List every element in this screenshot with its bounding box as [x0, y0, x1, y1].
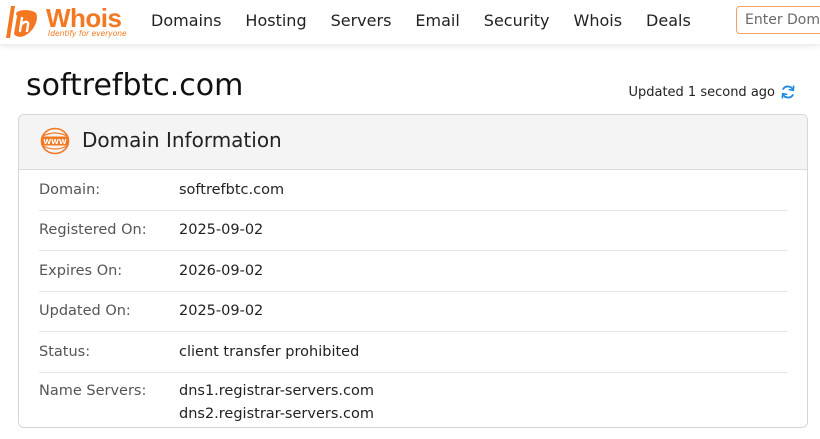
row-value: softrefbtc.com	[179, 181, 285, 198]
row-updated-on: Updated On: 2025-09-02	[39, 292, 787, 332]
row-label: Status:	[39, 343, 91, 360]
name-server: dns1.registrar-servers.com	[179, 382, 374, 399]
row-label: Domain:	[39, 181, 101, 198]
nav-security[interactable]: Security	[484, 11, 550, 30]
row-label: Name Servers:	[39, 382, 147, 399]
whois-logo[interactable]: Whois Identify for everyone	[2, 2, 127, 42]
nav-servers[interactable]: Servers	[331, 11, 392, 30]
name-servers-list: dns1.registrar-servers.com dns2.registra…	[179, 380, 374, 426]
top-navigation-bar: Whois Identify for everyone Domains Host…	[0, 0, 820, 44]
row-status: Status: client transfer prohibited	[39, 332, 787, 373]
card-header: WWW Domain Information	[19, 115, 807, 170]
nav-hosting[interactable]: Hosting	[245, 11, 306, 30]
row-value: 2025-09-02	[179, 303, 264, 320]
updated-text: Updated 1 second ago	[628, 84, 775, 100]
row-expires-on: Expires On: 2026-09-02	[39, 251, 787, 292]
nav-email[interactable]: Email	[415, 11, 459, 30]
card-title: Domain Information	[82, 128, 282, 152]
www-icon-label: WWW	[43, 138, 66, 146]
main-nav: Domains Hosting Servers Email Security W…	[151, 11, 715, 30]
row-label: Registered On:	[39, 222, 147, 239]
row-value: 2026-09-02	[179, 262, 264, 279]
row-value: client transfer prohibited	[179, 343, 360, 360]
domain-information-card: WWW Domain Information Domain: softrefbt…	[18, 114, 808, 428]
refresh-icon[interactable]	[780, 84, 796, 100]
page-title: softrefbtc.com	[26, 68, 244, 103]
name-server: dns2.registrar-servers.com	[179, 405, 374, 422]
row-label: Updated On:	[39, 303, 131, 320]
row-label: Expires On:	[39, 262, 123, 279]
nav-deals[interactable]: Deals	[646, 11, 691, 30]
nav-whois[interactable]: Whois	[574, 11, 623, 30]
row-name-servers: Name Servers: dns1.registrar-servers.com…	[39, 373, 787, 428]
nav-domains[interactable]: Domains	[151, 11, 221, 30]
www-globe-icon: WWW	[40, 127, 70, 155]
row-registered-on: Registered On: 2025-09-02	[39, 211, 787, 251]
logo-tagline: Identify for everyone	[48, 29, 127, 38]
logo-mark-icon	[6, 6, 37, 38]
domain-info-table: Domain: softrefbtc.com Registered On: 20…	[39, 170, 787, 428]
domain-search-input[interactable]	[736, 6, 820, 34]
row-value: 2025-09-02	[179, 222, 264, 239]
row-domain: Domain: softrefbtc.com	[39, 170, 787, 211]
updated-status: Updated 1 second ago	[628, 84, 796, 100]
